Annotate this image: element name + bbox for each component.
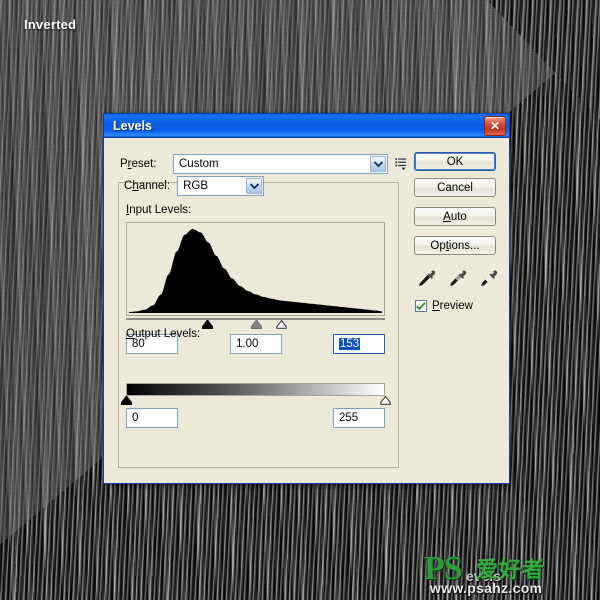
- preview-label: Preview: [432, 300, 473, 312]
- channel-dropdown[interactable]: RGB: [177, 176, 265, 196]
- highlight-input-slider[interactable]: [276, 320, 287, 329]
- close-button[interactable]: ✕: [484, 115, 506, 136]
- preset-menu-icon[interactable]: [395, 157, 408, 171]
- midtone-input-field[interactable]: 1.00: [230, 334, 282, 354]
- preview-checkbox[interactable]: [415, 300, 427, 312]
- dialog-body: Preset: Custom OK Cancel A uto Op t ions…: [104, 138, 509, 484]
- output-levels-label: Output Levels:: [126, 328, 201, 340]
- highlight-input-field[interactable]: 153: [333, 334, 385, 354]
- chevron-down-icon[interactable]: [370, 156, 386, 172]
- output-levels-fields: 0 255: [126, 408, 385, 428]
- histogram-plot: [129, 229, 382, 313]
- dialog-button-column: OK Cancel Auto Op t ions... Preview: [414, 152, 498, 312]
- output-black-slider[interactable]: [120, 396, 132, 405]
- white-point-eyedropper-icon[interactable]: [480, 269, 498, 287]
- preset-label: Preset:: [120, 158, 157, 170]
- close-icon: ✕: [489, 118, 501, 133]
- chevron-down-icon[interactable]: [246, 178, 263, 194]
- histogram: [126, 222, 385, 316]
- auto-button[interactable]: Auto: [414, 207, 496, 226]
- output-levels-gradient[interactable]: [126, 383, 385, 396]
- black-point-eyedropper-icon[interactable]: [418, 269, 436, 287]
- dialog-titlebar[interactable]: Levels ✕: [104, 114, 509, 138]
- preset-value: Custom: [179, 158, 219, 170]
- inverted-label: Inverted: [24, 17, 77, 32]
- output-black-field[interactable]: 0: [126, 408, 178, 428]
- cancel-button[interactable]: Cancel: [414, 178, 496, 197]
- options-button[interactable]: Op t ions...: [414, 236, 496, 255]
- output-white-slider[interactable]: [379, 396, 391, 405]
- preset-dropdown[interactable]: Custom: [173, 154, 388, 174]
- dialog-title: Levels: [113, 118, 152, 133]
- preset-row: Preset: Custom: [120, 154, 408, 174]
- channel-label: Channel:: [124, 180, 171, 192]
- ok-button[interactable]: OK: [414, 152, 496, 171]
- watermark: PS evels 爱好者 www.psahz.com: [424, 550, 594, 598]
- levels-dialog: Levels ✕ Preset: Custom OK Cancel A uto …: [103, 113, 510, 484]
- gray-point-eyedropper-icon[interactable]: [449, 269, 467, 287]
- preview-row[interactable]: Preview: [415, 300, 496, 312]
- channel-value: RGB: [183, 180, 208, 192]
- output-white-field[interactable]: 255: [333, 408, 385, 428]
- eyedropper-group: [418, 269, 498, 287]
- screenshot-canvas: Inverted PS evels 爱好者 www.psahz.com Leve…: [0, 0, 600, 600]
- highlight-input-value: 153: [339, 338, 361, 350]
- channel-row: Channel: RGB: [124, 176, 265, 196]
- watermark-url: www.psahz.com: [430, 580, 543, 596]
- input-levels-label: Input Levels:: [126, 204, 192, 216]
- midtone-input-slider[interactable]: [250, 320, 262, 329]
- shadow-input-slider[interactable]: [201, 320, 213, 329]
